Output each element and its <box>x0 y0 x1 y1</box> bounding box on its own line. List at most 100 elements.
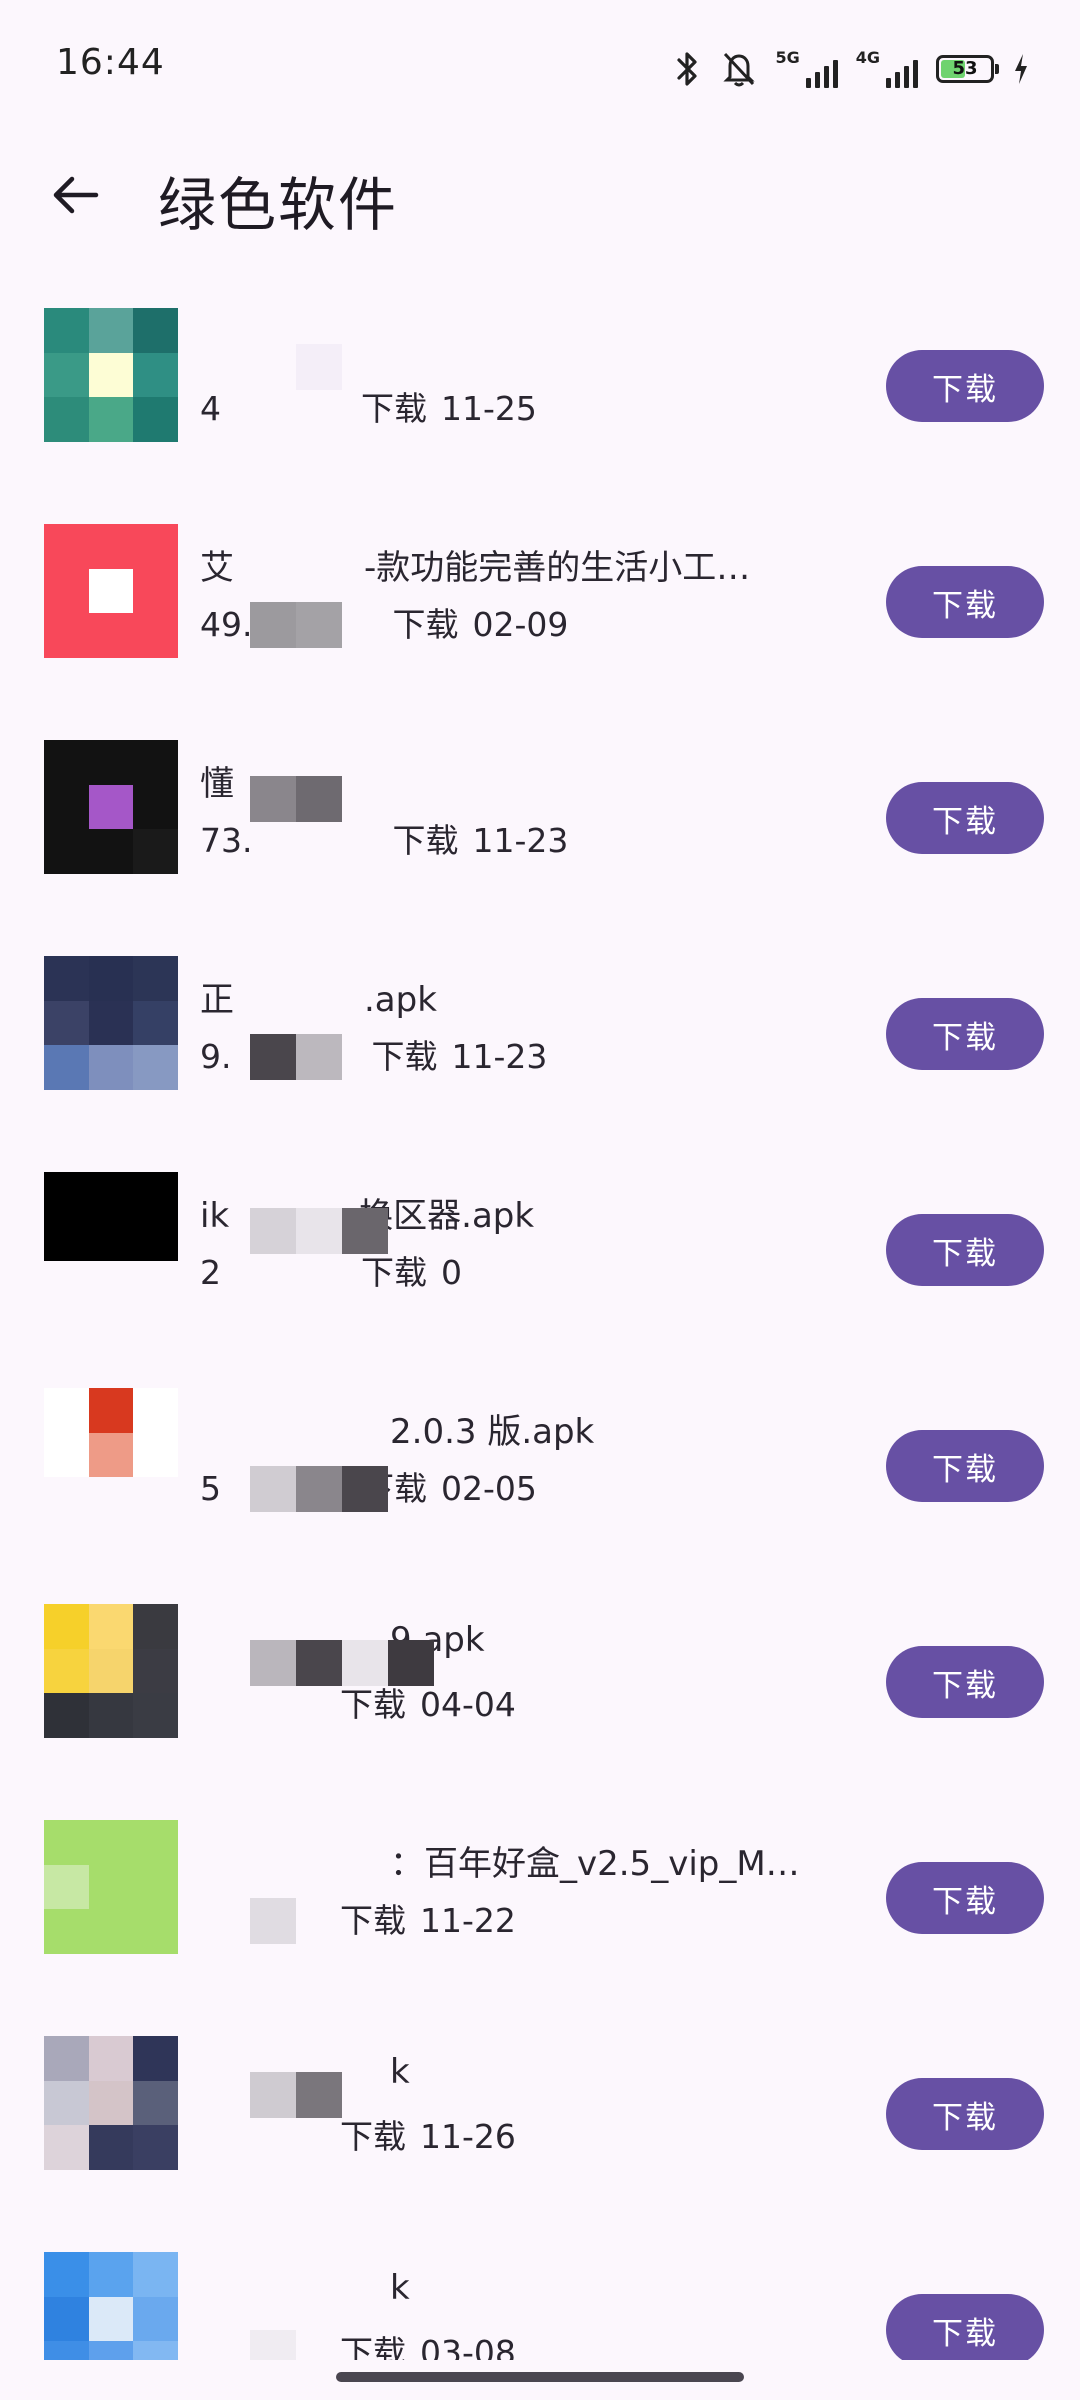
redaction-mosaic <box>250 344 342 390</box>
file-name-head: 正 <box>200 980 234 1020</box>
file-item[interactable]: 正 .apk 9. 下载 11-23 下载 <box>0 948 1080 1164</box>
download-button[interactable]: 下载 <box>886 1430 1044 1502</box>
file-item[interactable]: ik 换区器.apk 2 下载 0 下载 <box>0 1164 1080 1380</box>
download-count-label: 下载 <box>340 2333 406 2360</box>
file-name-head: 懂 <box>200 764 234 804</box>
status-icons: 5G 4G 53 <box>673 44 1030 94</box>
file-item[interactable]: 艾 -款功能完善的生活小工… 49. 下载 02-09 下载 <box>0 516 1080 732</box>
app-icon <box>44 956 178 1090</box>
download-button[interactable]: 下载 <box>886 350 1044 422</box>
redaction-mosaic <box>250 1034 342 1080</box>
redaction-mosaic <box>250 1466 388 1512</box>
app-icon <box>44 740 178 874</box>
file-list[interactable]: 4 下载 11-25 下载艾 -款功能完善的生活小工… 49. 下载 02-09 下载懂 73. 下… <box>0 300 1080 2360</box>
download-button[interactable]: 下载 <box>886 566 1044 638</box>
app-bar: 绿色软件 <box>0 140 1080 250</box>
redaction-mosaic <box>250 2072 342 2118</box>
file-name: ：百年好盒_v2.5_vip_M… <box>200 1836 840 1885</box>
file-name: 艾 -款功能完善的生活小工… <box>200 540 840 589</box>
app-icon <box>44 1820 178 1954</box>
file-size: 49. <box>200 605 253 644</box>
app-icon <box>44 308 178 442</box>
file-date: 03-08 <box>420 2333 516 2360</box>
file-item[interactable]: 4 下载 11-25 下载 <box>0 300 1080 516</box>
file-name-head: ik <box>200 1196 230 1236</box>
signal-4g-icon: 4G <box>856 50 918 88</box>
file-item[interactable]: 懂 73. 下载 11-23 下载 <box>0 732 1080 948</box>
file-date: 0 <box>441 1253 462 1292</box>
file-date: 04-04 <box>420 1685 516 1724</box>
file-name-tail: -款功能完善的生活小工… <box>364 548 751 588</box>
file-size: 5 <box>200 1469 221 1508</box>
file-item[interactable]: 2.0.3 版.apk 5 下载 02-05 下载 <box>0 1380 1080 1596</box>
download-button[interactable]: 下载 <box>886 1862 1044 1934</box>
download-count-label: 下载 <box>392 605 459 644</box>
app-icon <box>44 2036 178 2170</box>
download-count-label: 下载 <box>361 389 427 428</box>
file-item[interactable]: ：百年好盒_v2.5_vip_M… 下载 11-22 下载 <box>0 1812 1080 2028</box>
app-icon <box>44 524 178 658</box>
download-count-label: 下载 <box>340 1685 406 1724</box>
file-size: 4 <box>200 389 221 428</box>
redaction-mosaic <box>250 1208 388 1254</box>
file-name-tail: .apk <box>364 980 437 1020</box>
download-count-label: 下载 <box>371 1037 438 1076</box>
file-date: 02-09 <box>472 605 569 644</box>
redaction-mosaic <box>250 2330 296 2360</box>
page-title: 绿色软件 <box>158 171 399 239</box>
status-time: 16:44 <box>56 42 165 83</box>
file-name-head: 艾 <box>200 548 234 588</box>
app-icon <box>44 2252 178 2360</box>
download-button[interactable]: 下载 <box>886 998 1044 1070</box>
signal-5g-icon: 5G <box>775 48 838 88</box>
download-button[interactable]: 下载 <box>886 1214 1044 1286</box>
file-item[interactable]: 9.apk 下载 04-04 下载 <box>0 1596 1080 1812</box>
download-count-label: 下载 <box>392 821 459 860</box>
file-size: 2 <box>200 1253 221 1292</box>
file-size: 73. <box>200 821 253 860</box>
file-size: 9. <box>200 1037 232 1076</box>
download-count-label: 下载 <box>361 1253 427 1292</box>
file-meta: 下载 11-22 <box>200 1894 840 1942</box>
network-label-5g: 5G <box>775 48 800 67</box>
app-icon <box>44 1388 178 1522</box>
redaction-mosaic <box>250 1898 296 1944</box>
file-name-tail: k <box>390 2052 410 2092</box>
download-button[interactable]: 下载 <box>886 1646 1044 1718</box>
network-label-4g: 4G <box>855 48 880 67</box>
file-name-tail: 2.0.3 版.apk <box>390 1412 595 1452</box>
redaction-mosaic <box>250 602 342 648</box>
status-bar: 16:44 5G 4G 53 <box>0 0 1080 140</box>
download-button[interactable]: 下载 <box>886 2078 1044 2150</box>
file-name: 正 .apk <box>200 972 840 1021</box>
file-name-tail: ：百年好盒_v2.5_vip_M… <box>390 1844 800 1884</box>
file-item[interactable]: k 下载 03-08 下载 <box>0 2244 1080 2360</box>
battery-level: 53 <box>952 58 978 79</box>
arrow-left-icon <box>50 173 100 221</box>
battery-icon: 53 <box>936 55 999 83</box>
file-date: 11-25 <box>441 389 537 428</box>
charging-icon <box>1012 52 1030 86</box>
silent-bell-icon <box>721 50 757 88</box>
file-name-tail: k <box>390 2268 410 2308</box>
redaction-mosaic <box>250 1640 434 1686</box>
bluetooth-icon <box>673 50 703 88</box>
file-date: 02-05 <box>441 1469 537 1508</box>
file-date: 11-22 <box>420 1901 516 1940</box>
download-count-label: 下载 <box>340 1901 406 1940</box>
screen: 16:44 5G 4G 53 绿色软件 4 下载 11-25 下载 艾 -款功能… <box>0 0 1080 2400</box>
gesture-bar[interactable] <box>336 2372 744 2382</box>
file-item[interactable]: k 下载 11-26 下载 <box>0 2028 1080 2244</box>
app-icon <box>44 1172 178 1306</box>
file-date: 11-26 <box>420 2117 516 2156</box>
file-meta: 下载 03-08 <box>200 2326 840 2360</box>
download-button[interactable]: 下载 <box>886 782 1044 854</box>
file-name: k <box>200 2268 840 2308</box>
file-name: 2.0.3 版.apk <box>200 1404 840 1453</box>
download-button[interactable]: 下载 <box>886 2294 1044 2360</box>
redaction-mosaic <box>250 776 342 822</box>
back-button[interactable] <box>40 162 110 232</box>
app-icon <box>44 1604 178 1738</box>
file-date: 11-23 <box>451 1037 548 1076</box>
download-count-label: 下载 <box>340 2117 406 2156</box>
